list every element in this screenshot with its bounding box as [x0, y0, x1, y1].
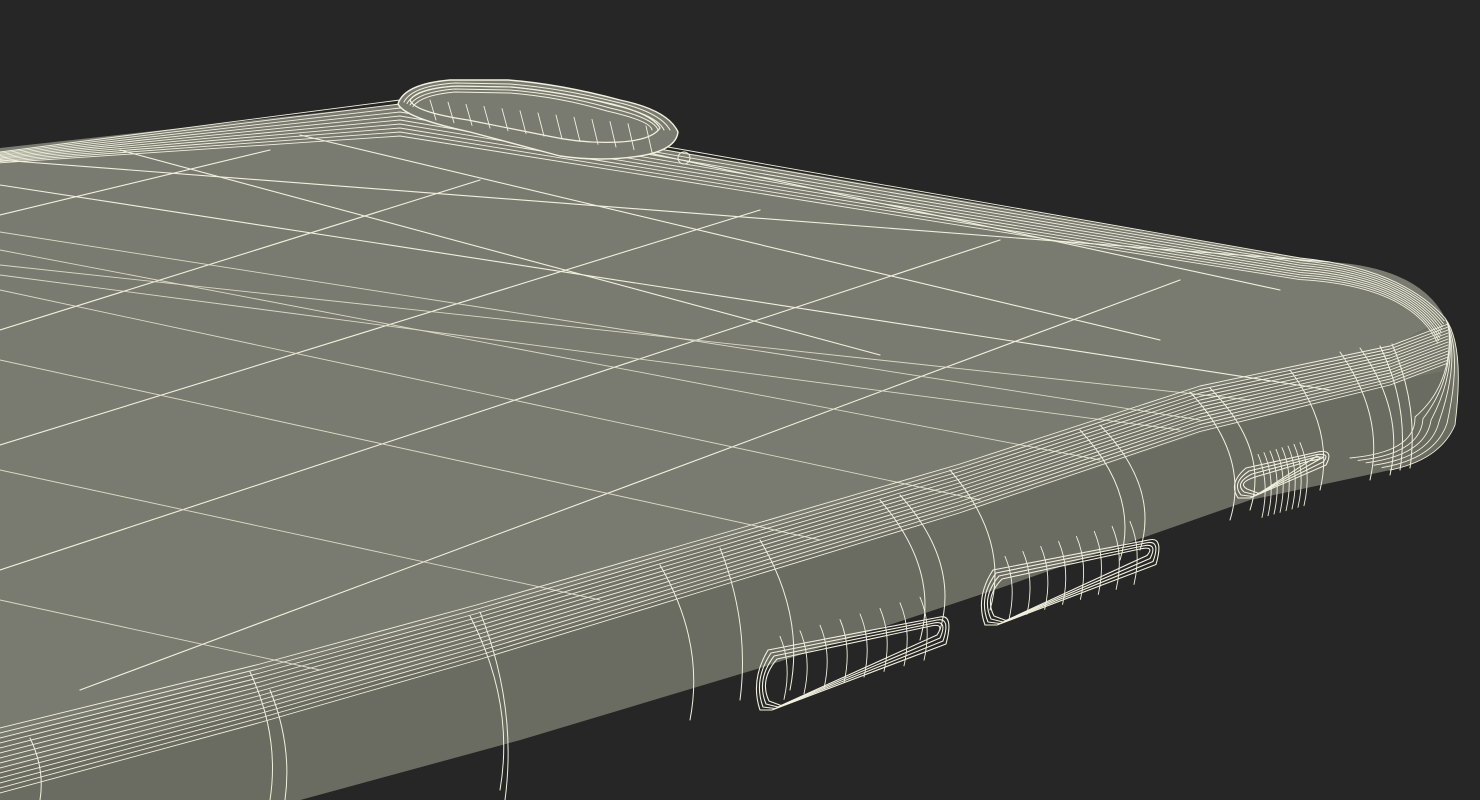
- wireframe-scene: [0, 79, 1459, 800]
- render-viewport: [0, 0, 1480, 800]
- phone-body: [0, 104, 1459, 800]
